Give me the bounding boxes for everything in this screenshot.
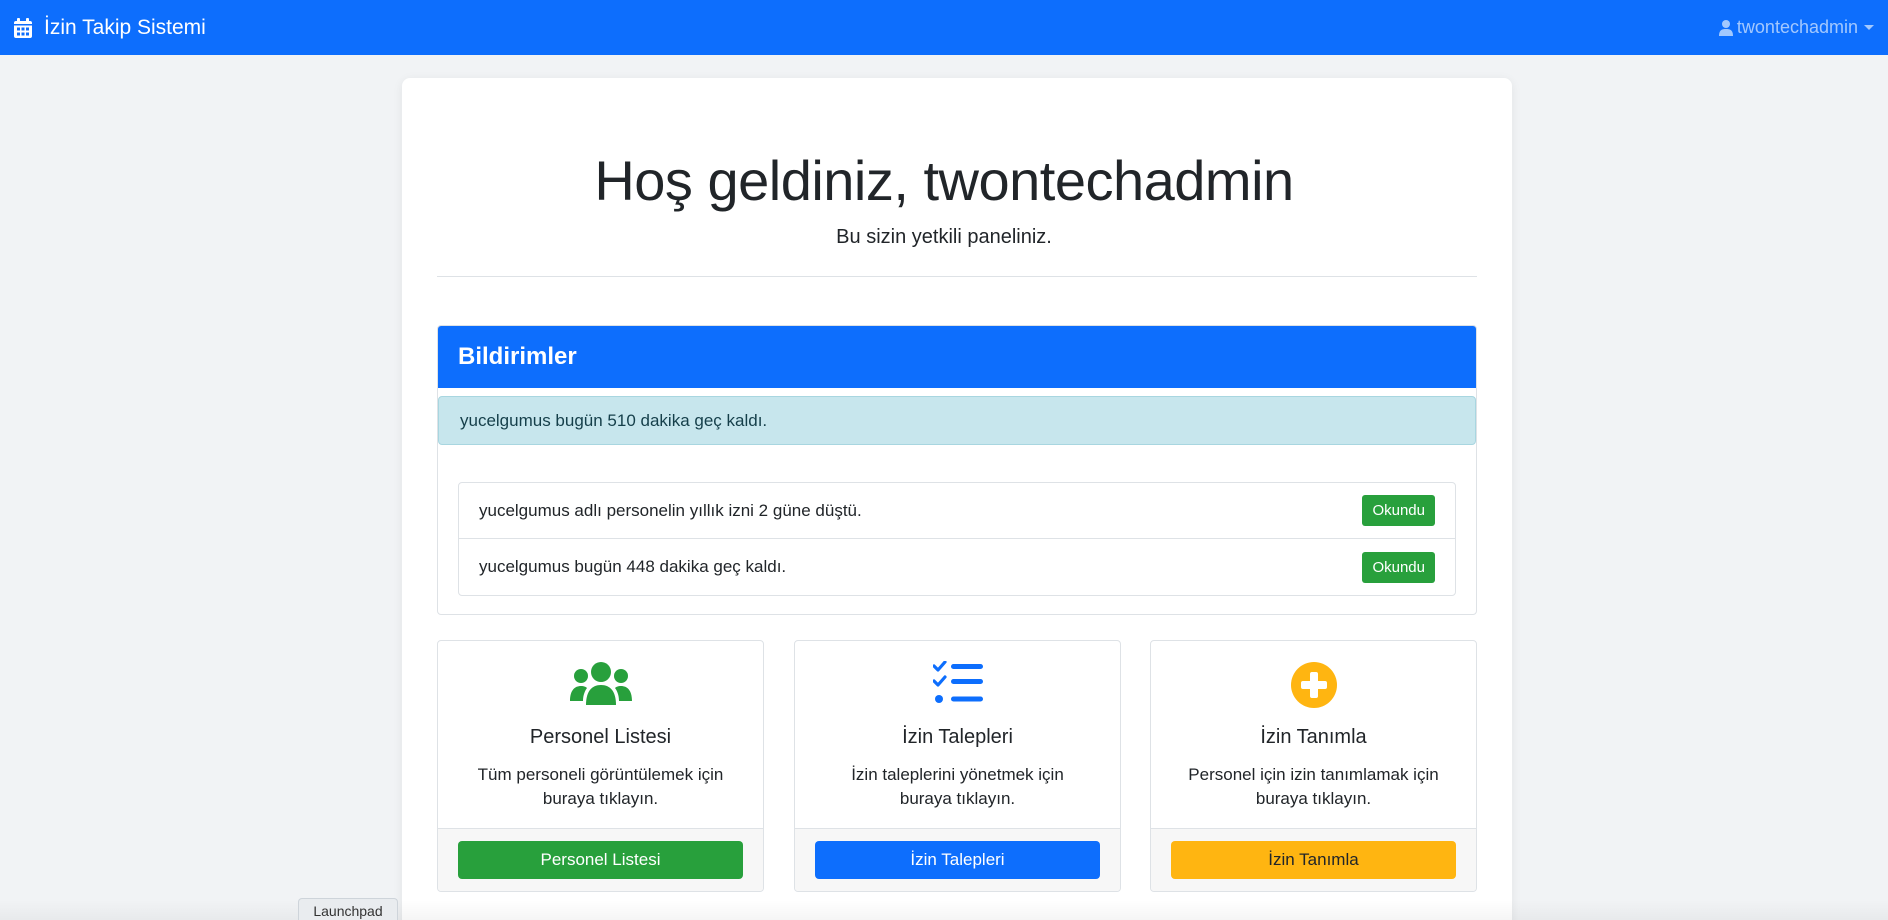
bottom-shade	[0, 900, 1888, 920]
card-title: İzin Tanımla	[1260, 726, 1367, 748]
define-leave-button[interactable]: İzin Tanımla	[1171, 841, 1456, 879]
list-check-icon	[932, 661, 983, 703]
plus-circle-icon	[1290, 662, 1337, 708]
divider	[437, 276, 1477, 277]
card-footer: İzin Talepleri	[795, 828, 1120, 891]
calendar-icon	[14, 17, 32, 38]
card-footer: İzin Tanımla	[1151, 828, 1476, 891]
card-description: Personel için izin tanımlamak için buray…	[1188, 765, 1439, 808]
notifications-header: Bildirimler	[438, 326, 1476, 388]
user-name: twontechadmin	[1736, 17, 1858, 37]
define-leave-card: İzin Tanımla Personel için izin tanımlam…	[1150, 640, 1477, 892]
leave-requests-card: İzin Talepleri İzin taleplerini yönetmek…	[794, 640, 1121, 892]
navbar: İzin Takip Sistemi twontechadmin	[0, 0, 1888, 55]
card-description: Tüm personeli görüntülemek için buraya t…	[477, 765, 724, 808]
card-description: İzin taleplerini yönetmek için buraya tı…	[851, 765, 1064, 808]
welcome-subtitle: Bu sizin yetkili paneliniz.	[836, 226, 1052, 248]
mark-read-button[interactable]: Okundu	[1362, 495, 1435, 526]
welcome-title: Hoş geldiniz, twontechadmin	[594, 149, 1294, 212]
notification-item: yucelgumus bugün 448 dakika geç kaldı. O…	[459, 539, 1455, 595]
notifications-panel: Bildirimler yucelgumus bugün 510 dakika …	[437, 325, 1477, 615]
notification-text: yucelgumus adlı personelin yıllık izni 2…	[479, 500, 862, 520]
notification-list: yucelgumus adlı personelin yıllık izni 2…	[458, 482, 1456, 596]
notification-item: yucelgumus adlı personelin yıllık izni 2…	[459, 483, 1455, 539]
user-menu-dropdown[interactable]: twontechadmin	[1718, 17, 1874, 38]
card-title: İzin Talepleri	[902, 726, 1013, 748]
notification-alert: yucelgumus bugün 510 dakika geç kaldı.	[438, 396, 1476, 445]
mark-read-button[interactable]: Okundu	[1362, 551, 1435, 583]
leave-requests-button[interactable]: İzin Talepleri	[815, 841, 1100, 879]
user-icon	[1718, 19, 1733, 36]
personnel-list-button[interactable]: Personel Listesi	[458, 841, 743, 879]
notification-text: yucelgumus bugün 448 dakika geç kaldı.	[479, 557, 787, 576]
brand-title: İzin Takip Sistemi	[44, 15, 206, 39]
brand-link[interactable]: İzin Takip Sistemi	[14, 16, 206, 40]
users-icon	[569, 662, 632, 705]
chevron-down-icon	[1864, 25, 1874, 30]
card-footer: Personel Listesi	[438, 828, 763, 891]
personnel-list-card: Personel Listesi Tüm personeli görüntüle…	[437, 640, 764, 892]
launchpad-tab[interactable]: Launchpad	[298, 898, 398, 920]
card-title: Personel Listesi	[529, 726, 672, 748]
